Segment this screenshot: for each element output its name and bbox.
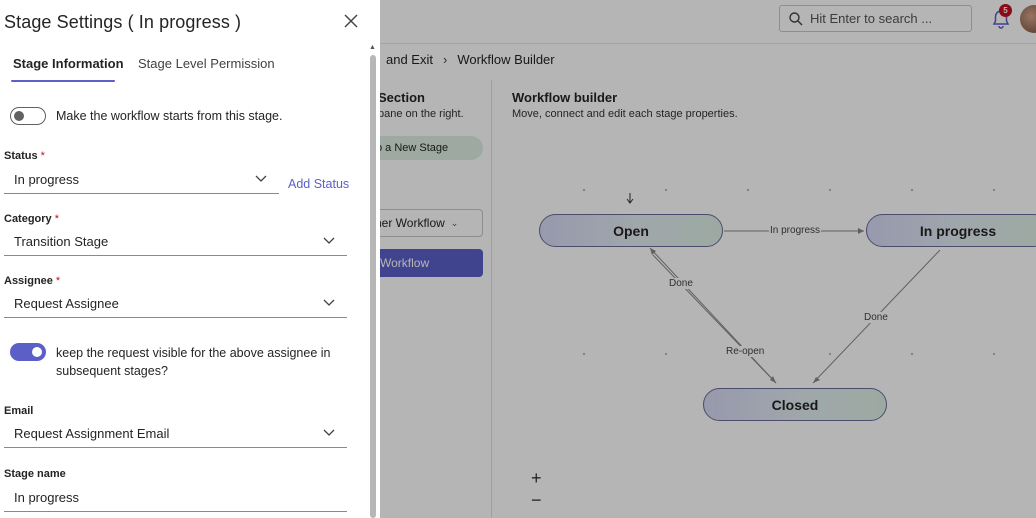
chevron-down-icon bbox=[323, 299, 335, 306]
toggle-knob bbox=[32, 347, 42, 357]
close-icon[interactable] bbox=[343, 13, 359, 29]
panel-scrollbar[interactable] bbox=[370, 55, 376, 518]
visible-assignee-toggle-label: keep the request visible for the above a… bbox=[56, 346, 331, 360]
required-marker: * bbox=[40, 150, 45, 162]
panel-title: Stage Settings ( In progress ) bbox=[4, 12, 242, 32]
visible-assignee-toggle[interactable] bbox=[10, 343, 46, 361]
status-label-text: Status bbox=[4, 150, 38, 162]
status-dropdown[interactable]: In progress bbox=[4, 166, 279, 194]
category-dropdown[interactable]: Transition Stage bbox=[4, 228, 347, 256]
status-value: In progress bbox=[14, 172, 80, 187]
tab-stage-information[interactable]: Stage Information bbox=[13, 56, 124, 71]
assignee-label: Assignee * bbox=[4, 275, 60, 287]
chevron-down-icon bbox=[255, 175, 267, 182]
chevron-down-icon bbox=[323, 429, 335, 436]
active-tab-indicator bbox=[11, 80, 115, 82]
add-status-link[interactable]: Add Status bbox=[288, 177, 349, 191]
visible-assignee-toggle-label-line2: subsequent stages? bbox=[56, 364, 168, 378]
assignee-dropdown[interactable]: Request Assignee bbox=[4, 290, 347, 318]
tab-stage-level-permission[interactable]: Stage Level Permission bbox=[138, 56, 275, 71]
toggle-knob bbox=[14, 111, 24, 121]
required-marker: * bbox=[55, 275, 61, 287]
category-value: Transition Stage bbox=[14, 234, 109, 249]
email-dropdown[interactable]: Request Assignment Email bbox=[4, 420, 347, 448]
assignee-value: Request Assignee bbox=[14, 296, 119, 311]
required-marker: * bbox=[54, 213, 59, 225]
category-label: Category * bbox=[4, 213, 59, 225]
stage-name-label: Stage name bbox=[4, 468, 66, 480]
assignee-label-text: Assignee bbox=[4, 275, 53, 287]
stage-settings-panel: Stage Settings ( In progress ) Stage Inf… bbox=[0, 0, 380, 518]
email-label: Email bbox=[4, 405, 34, 417]
email-value: Request Assignment Email bbox=[14, 426, 170, 441]
stage-name-input[interactable] bbox=[4, 484, 347, 512]
status-label: Status * bbox=[4, 150, 45, 162]
chevron-down-icon bbox=[323, 237, 335, 244]
scroll-up-arrow[interactable]: ▲ bbox=[369, 44, 376, 51]
start-stage-toggle-label: Make the workflow starts from this stage… bbox=[56, 109, 283, 123]
start-stage-toggle[interactable] bbox=[10, 107, 46, 125]
category-label-text: Category bbox=[4, 213, 52, 225]
